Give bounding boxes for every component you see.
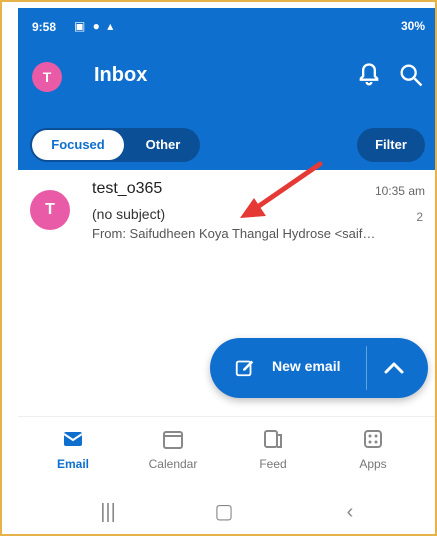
calendar-icon <box>163 431 183 449</box>
nav-email-label: Email <box>56 457 89 471</box>
email-time: 10:35 am <box>374 184 425 198</box>
nav-feed[interactable]: Feed <box>228 427 318 471</box>
new-email-fab: New email <box>210 338 428 398</box>
apps-icon <box>364 430 382 448</box>
nav-apps[interactable]: Apps <box>328 427 418 471</box>
home-icon[interactable]: ▢ <box>204 498 244 526</box>
nav-email[interactable]: Email <box>28 427 118 471</box>
filter-button[interactable]: Filter <box>357 128 425 162</box>
nav-apps-label: Apps <box>359 457 387 471</box>
email-list-item[interactable]: T test_o365 10:35 am (no subject) 2 From… <box>18 170 435 260</box>
fab-divider <box>366 346 367 390</box>
bell-icon[interactable] <box>355 61 383 89</box>
annotation-arrow-icon <box>240 161 323 218</box>
system-navigation-bar: ||| ▢ ‹ <box>18 490 435 534</box>
thread-count: 2 <box>416 210 423 224</box>
nav-calendar[interactable]: Calendar <box>128 427 218 471</box>
status-bar: 9:58 ▣ ● ▴ 30% <box>18 8 435 48</box>
chevron-up-icon[interactable] <box>376 356 412 380</box>
bottom-navigation: Email Calendar Feed Apps <box>18 416 435 491</box>
new-email-button[interactable]: New email <box>210 338 370 398</box>
back-icon[interactable]: ‹ <box>330 498 370 526</box>
nav-calendar-label: Calendar <box>148 457 198 471</box>
email-icon <box>63 432 83 446</box>
sender-avatar: T <box>30 190 70 230</box>
page-title: Inbox <box>94 64 148 86</box>
tab-other[interactable]: Other <box>130 130 196 160</box>
new-email-label: New email <box>272 358 341 374</box>
notification-icons: ▣ ● ▴ <box>74 19 116 33</box>
tab-focused[interactable]: Focused <box>32 130 124 160</box>
nav-feed-label: Feed <box>259 457 287 471</box>
recent-apps-icon[interactable]: ||| <box>88 498 128 526</box>
inbox-tabs: Focused Other Filter <box>18 126 435 170</box>
email-subject: (no subject) <box>92 206 166 222</box>
focused-other-toggle: Focused Other <box>30 128 200 162</box>
battery-level: 30% <box>400 19 425 33</box>
account-avatar[interactable]: T <box>32 62 62 92</box>
feed-icon <box>264 430 282 448</box>
email-preview: From: Saifudheen Koya Thangal Hydrose <s… <box>92 226 376 241</box>
phone-screen: 9:58 ▣ ● ▴ 30% T Inbox Focused Other Fil… <box>18 8 435 534</box>
compose-icon <box>235 360 254 377</box>
search-icon[interactable] <box>397 61 425 89</box>
app-bar: T Inbox <box>18 48 435 126</box>
status-time: 9:58 <box>32 20 57 34</box>
email-sender: test_o365 <box>92 180 163 197</box>
